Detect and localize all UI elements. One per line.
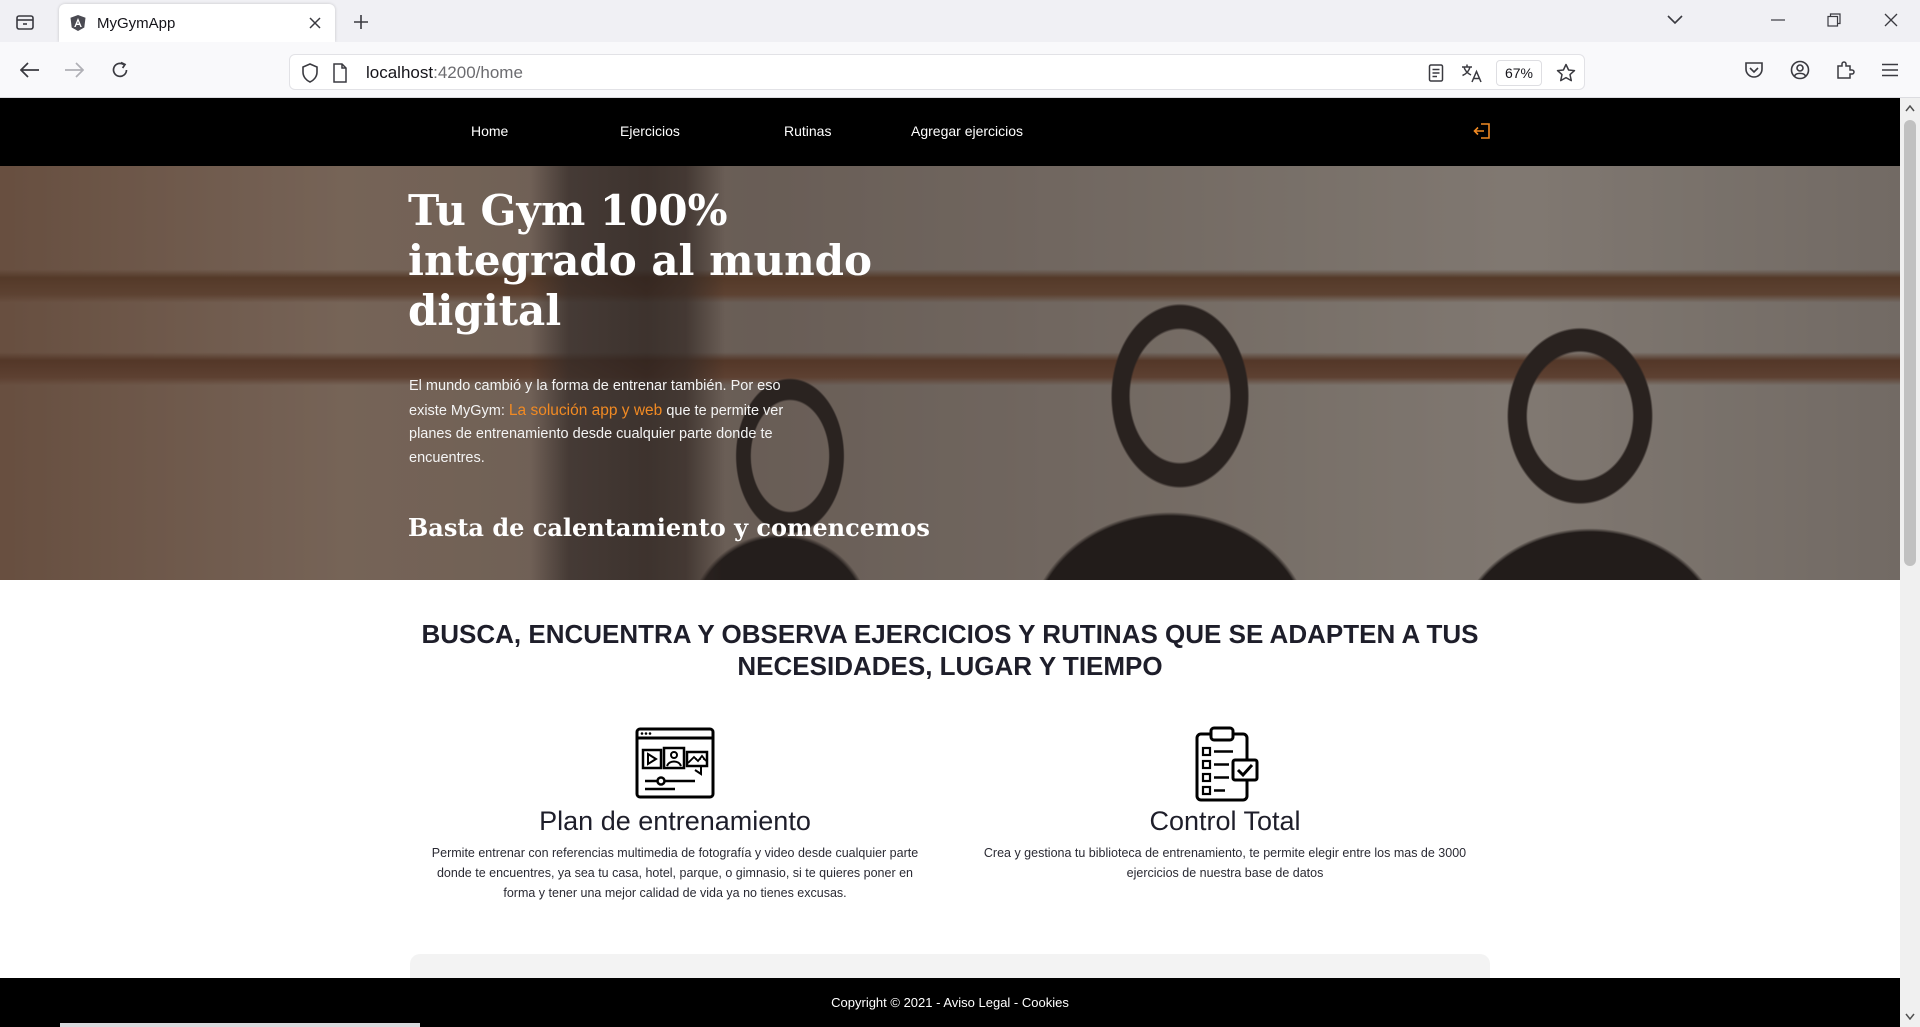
hero-description: El mundo cambió y la forma de entrenar t… [409,375,809,470]
page-icon[interactable] [328,61,352,85]
features-heading: BUSCA, ENCUENTRA Y OBSERVA EJERCICIOS Y … [410,618,1490,682]
reload-icon[interactable] [104,54,136,86]
multimedia-window-icon [635,726,715,802]
hero-text-highlight: La solución app y web [508,401,663,419]
feature-title: Control Total [1149,806,1301,836]
scrollbar-thumb[interactable] [1904,120,1916,566]
nav-link-agregar-ejercicios[interactable]: Agregar ejercicios [911,123,1023,139]
nav-link-ejercicios[interactable]: Ejercicios [620,123,680,139]
bookmark-star-icon[interactable] [1554,61,1578,85]
features-heading-bold: EJERCICIOS Y RUTINAS [853,619,1158,649]
browser-tab-active[interactable]: MyGymApp [59,4,335,42]
scroll-down-arrow-icon[interactable] [1904,1010,1916,1022]
scroll-up-arrow-icon[interactable] [1904,102,1916,114]
url-host: localhost [366,63,434,82]
nav-link-rutinas[interactable]: Rutinas [784,123,831,139]
logout-icon[interactable] [1472,122,1492,140]
nav-link-home[interactable]: Home [471,123,508,139]
bottom-indicator-bar [60,1023,420,1027]
reader-view-icon[interactable] [1424,61,1448,85]
feature-card-plan: Plan de entrenamiento Permite entrenar c… [430,726,920,903]
shield-icon[interactable] [298,61,322,85]
page-viewport: Home Ejercicios Rutinas Agregar ejercici… [0,98,1900,1027]
feature-card-control: Control Total Crea y gestiona tu bibliot… [980,726,1470,883]
minimize-window-icon[interactable] [1753,4,1803,36]
angular-icon [69,14,87,32]
feature-description: Crea y gestiona tu biblioteca de entrena… [983,846,1467,880]
extensions-icon[interactable] [1829,54,1861,86]
tab-list-icon[interactable] [10,8,40,36]
url-path: :4200/home [433,63,523,82]
footer-text: Copyright © 2021 - Aviso Legal - Cookies [831,995,1069,1010]
feature-title: Plan de entrenamiento [539,806,811,836]
hero-title: Tu Gym 100% integrado al mundo digital [408,186,873,335]
pocket-icon[interactable] [1738,54,1770,86]
url-text[interactable]: localhost:4200/home [366,63,523,83]
feature-description: Permite entrenar con referencias multime… [431,846,919,900]
browser-toolbar: localhost:4200/home 67% [0,42,1920,98]
clipboard-checklist-icon [1185,726,1265,802]
browser-tab-bar: MyGymApp [0,0,1920,42]
hero-subtitle: Basta de calentamiento y comencemos [408,513,930,542]
zoom-level-badge[interactable]: 67% [1496,60,1542,86]
translate-icon[interactable] [1460,61,1484,85]
tab-overflow-chevron-icon[interactable] [1650,4,1700,36]
back-arrow-icon[interactable] [14,54,46,86]
site-footer: Copyright © 2021 - Aviso Legal - Cookies [0,978,1900,1027]
forward-arrow-icon[interactable] [58,54,90,86]
site-navbar: Home Ejercicios Rutinas Agregar ejercici… [0,98,1900,166]
restore-window-icon[interactable] [1809,4,1859,36]
url-bar[interactable]: localhost:4200/home 67% [289,54,1585,90]
menu-hamburger-icon[interactable] [1874,54,1906,86]
page-scrollbar[interactable] [1900,98,1920,1027]
hero-banner: Tu Gym 100% integrado al mundo digital E… [0,166,1900,580]
close-window-icon[interactable] [1866,4,1916,36]
tab-title: MyGymApp [97,14,176,32]
close-tab-icon[interactable] [305,13,325,33]
new-tab-icon[interactable] [346,8,376,36]
features-heading-before: BUSCA, ENCUENTRA Y OBSERVA [421,619,854,649]
account-icon[interactable] [1784,54,1816,86]
